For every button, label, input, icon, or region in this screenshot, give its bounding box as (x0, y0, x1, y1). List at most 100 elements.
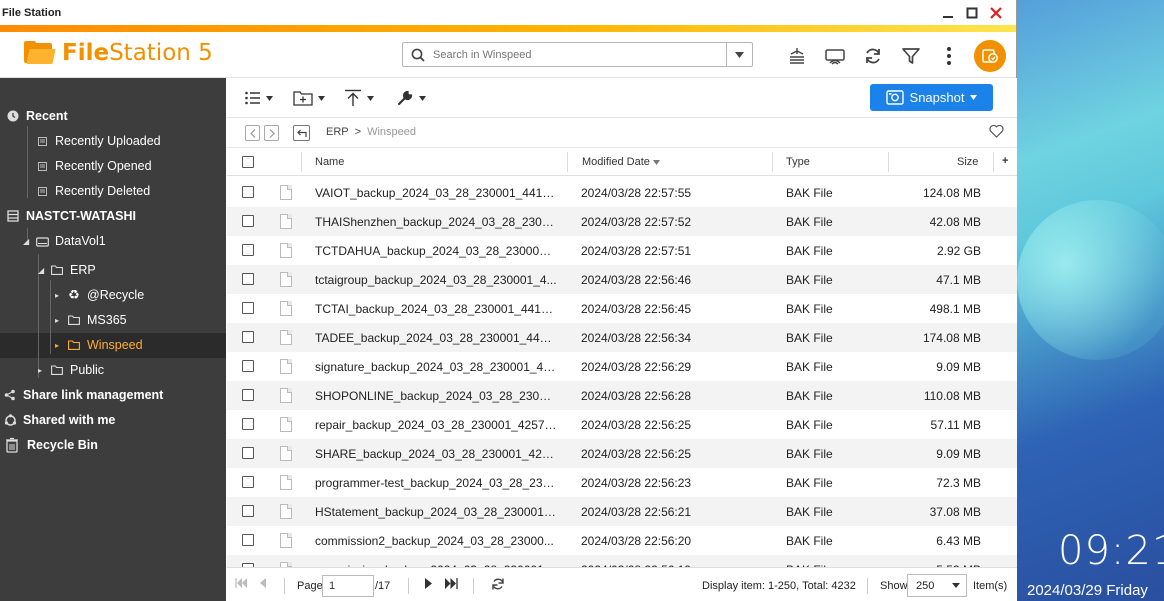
row-checkbox[interactable] (242, 418, 254, 430)
upload-button[interactable] (344, 86, 374, 110)
trash-icon (3, 437, 21, 453)
row-checkbox[interactable] (242, 360, 254, 372)
file-type: BAK File (786, 476, 833, 490)
sidebar-item-recent[interactable]: Recent (6, 105, 68, 127)
sidebar-item-nas[interactable]: NASTCT-WATASHI (6, 205, 136, 227)
row-checkbox[interactable] (242, 447, 254, 459)
table-row[interactable]: THAIShenzhen_backup_2024_03_28_2300... 20… (227, 207, 1017, 236)
sidebar-item-recently-deleted[interactable]: Recently Deleted (35, 180, 150, 202)
search-options-dropdown[interactable] (726, 43, 752, 66)
caret-down-icon[interactable]: ◢ (38, 266, 46, 275)
table-row[interactable]: HStatement_backup_2024_03_28_230001_... 2… (227, 497, 1017, 526)
footer-refresh-button[interactable] (491, 577, 505, 594)
row-checkbox[interactable] (242, 476, 254, 488)
table-row[interactable]: tctaigroup_backup_2024_03_28_230001_4...… (227, 265, 1017, 294)
file-icon (280, 504, 292, 519)
sidebar-item-shared-with-me[interactable]: Shared with me (3, 409, 115, 431)
back-button[interactable] (245, 125, 260, 141)
app-logo: FileStation 5 (24, 40, 213, 66)
table-row[interactable]: TCTDAHUA_backup_2024_03_28_230001_... 202… (227, 236, 1017, 265)
file-modified-date: 2024/03/28 22:56:29 (581, 360, 692, 374)
file-icon (280, 417, 292, 432)
sidebar-item-recycle-bin[interactable]: Recycle Bin (3, 434, 98, 456)
caret-right-icon[interactable]: ▸ (55, 291, 63, 300)
sidebar-item-ms365[interactable]: ▸ MS365 (55, 309, 127, 331)
folder-logo-icon (24, 41, 56, 65)
row-checkbox[interactable] (242, 389, 254, 401)
filter-button[interactable] (892, 41, 930, 71)
page-number-input[interactable] (322, 575, 374, 597)
breadcrumb-erp[interactable]: ERP (326, 126, 349, 138)
caret-right-icon[interactable]: ▸ (38, 366, 46, 375)
sidebar-item-public[interactable]: ▸ Public (38, 359, 104, 381)
caret-right-icon[interactable]: ▸ (55, 316, 63, 325)
caret-right-icon[interactable]: ▸ (55, 341, 63, 350)
tools-button[interactable] (396, 86, 426, 110)
file-size: 47.1 MB (936, 273, 981, 287)
file-modified-date: 2024/03/28 22:57:55 (581, 186, 692, 200)
file-type: BAK File (786, 534, 833, 548)
table-row[interactable]: TADEE_backup_2024_03_28_230001_4413... 20… (227, 323, 1017, 352)
table-row[interactable]: SHARE_backup_2024_03_28_230001_4257... 20… (227, 439, 1017, 468)
first-page-button[interactable] (235, 578, 247, 591)
row-checkbox[interactable] (242, 273, 254, 285)
caret-down-icon[interactable]: ◢ (23, 237, 31, 246)
column-modified-date[interactable]: Modified Date (582, 156, 660, 168)
row-checkbox[interactable] (242, 215, 254, 227)
table-row[interactable]: TCTAI_backup_2024_03_28_230001_44139... 2… (227, 294, 1017, 323)
remote-connection-button[interactable] (816, 41, 854, 71)
app-header: FileStation 5 (0, 32, 1016, 78)
select-all-checkbox[interactable] (242, 156, 254, 168)
file-modified-date: 2024/03/28 22:56:25 (581, 447, 692, 461)
user-avatar-button[interactable] (974, 40, 1006, 72)
view-mode-button[interactable] (245, 86, 273, 110)
minimize-button[interactable] (938, 4, 958, 22)
table-row[interactable]: repair_backup_2024_03_28_230001_42578...… (227, 410, 1017, 439)
file-icon (280, 330, 292, 345)
items-per-page-select[interactable]: 250 (907, 574, 967, 597)
add-column-icon[interactable]: + (1002, 155, 1008, 167)
table-row[interactable]: SHOPONLINE_backup_2024_03_28_23000... 202… (227, 381, 1017, 410)
file-size: 498.1 MB (929, 302, 981, 316)
next-page-button[interactable] (425, 578, 433, 592)
table-row[interactable]: programmer-test_backup_2024_03_28_230...… (227, 468, 1017, 497)
favorite-button[interactable] (989, 124, 1004, 141)
search-input[interactable] (433, 48, 726, 61)
row-checkbox[interactable] (242, 244, 254, 256)
filter-icon (902, 48, 920, 64)
table-row[interactable]: commission2_backup_2024_03_28_23000... 20… (227, 526, 1017, 555)
table-row[interactable]: signature_backup_2024_03_28_230001_44...… (227, 352, 1017, 381)
background-tasks-button[interactable] (778, 41, 816, 71)
row-checkbox[interactable] (242, 534, 254, 546)
column-size[interactable]: Size (957, 156, 978, 168)
table-row[interactable]: commission_backup_2024_03_28_230001...20… (227, 555, 1017, 567)
sidebar-item-recently-uploaded[interactable]: Recently Uploaded (35, 130, 161, 152)
create-folder-button[interactable] (293, 86, 325, 110)
row-checkbox[interactable] (242, 505, 254, 517)
refresh-button[interactable] (854, 41, 892, 71)
row-checkbox[interactable] (242, 186, 254, 198)
file-icon (280, 214, 292, 229)
forward-button[interactable] (264, 125, 279, 141)
snapshot-button[interactable]: Snapshot (870, 84, 993, 111)
column-type[interactable]: Type (786, 156, 810, 168)
folder-icon (50, 363, 64, 377)
parent-folder-button[interactable] (293, 125, 310, 141)
more-options-button[interactable] (930, 41, 968, 71)
previous-page-button[interactable] (259, 578, 266, 591)
row-checkbox[interactable] (242, 331, 254, 343)
sidebar-item-erp[interactable]: ◢ ERP (38, 259, 96, 281)
file-modified-date: 2024/03/28 22:56:23 (581, 476, 692, 490)
row-checkbox[interactable] (242, 302, 254, 314)
list-icon (35, 184, 49, 198)
last-page-button[interactable] (445, 578, 458, 592)
sidebar-item-recycle[interactable]: ▸ ♻ @Recycle (55, 284, 144, 306)
column-name[interactable]: Name (315, 156, 344, 168)
sidebar-item-datavol1[interactable]: ◢ DataVol1 (23, 230, 106, 252)
maximize-button[interactable] (962, 4, 982, 22)
sidebar-item-recently-opened[interactable]: Recently Opened (35, 155, 152, 177)
sidebar-item-winspeed[interactable]: ▸ Winspeed (55, 334, 143, 356)
sidebar-item-share-link-management[interactable]: Share link management (3, 384, 163, 406)
close-button[interactable] (986, 4, 1006, 22)
table-row[interactable]: VAIOT_backup_2024_03_28_230001_4413... 20… (227, 178, 1017, 207)
